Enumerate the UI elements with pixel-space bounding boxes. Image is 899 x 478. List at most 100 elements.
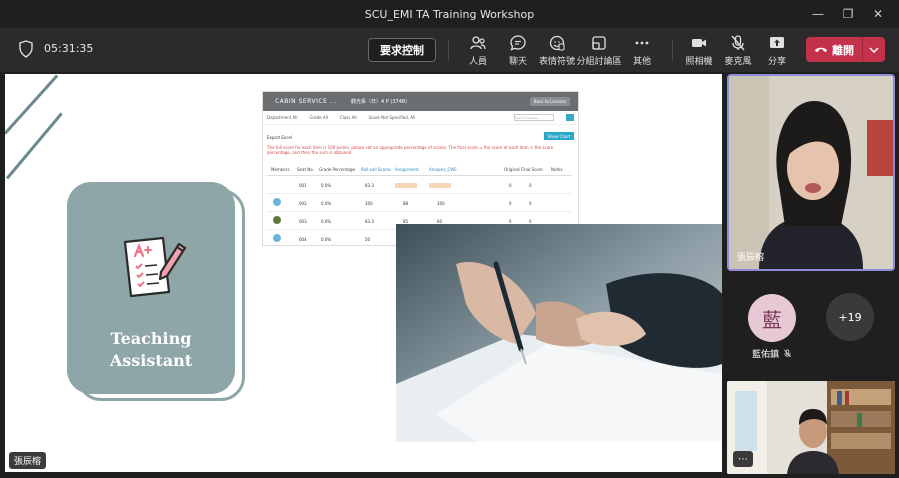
teaching-assistant-card: Teaching Assistant <box>67 182 235 394</box>
reaction-hand-icon <box>549 35 565 51</box>
shield-icon <box>19 40 33 58</box>
cell-analysis: 100 <box>437 201 445 206</box>
search-placeholder: Search Code by <box>515 116 539 120</box>
participant-name: 藍佑鎮 <box>752 350 780 360</box>
table-row: 001 0.0% 83.3 0 0 <box>267 177 572 194</box>
more-dots-icon <box>635 41 649 45</box>
meeting-timer: 05:31:35 <box>44 42 94 55</box>
card-title: Teaching Assistant <box>67 328 235 372</box>
grade-paper-pencil-icon <box>123 236 187 298</box>
leave-options-button[interactable] <box>863 46 885 53</box>
member-avatar <box>273 198 281 206</box>
meeting-toolbar: 05:31:35 要求控制 人員 聊天 表情符號 分組討論區 其他 照相機 麥克… <box>0 28 899 72</box>
share-button[interactable]: 分享 <box>757 34 797 68</box>
cell-roll: 50 <box>365 237 371 242</box>
camera-label: 照相機 <box>685 57 713 67</box>
gradebook-filters: Department All Grade All Class All Score… <box>263 111 578 125</box>
more-participants-button[interactable]: +19 <box>826 293 874 341</box>
score-warning: The full score for each item is 100 poin… <box>267 145 554 155</box>
filter-department: Department All <box>267 115 298 120</box>
window-title: SCU_EMI TA Training Workshop <box>364 7 535 21</box>
cell-assignment <box>395 183 417 188</box>
col-grade-pct: Grade Percentage <box>319 167 355 172</box>
cell-seat: 003 <box>299 219 307 224</box>
filter-score: Score Not Specified, All <box>368 115 416 120</box>
reactions-label: 表情符號 <box>538 57 575 67</box>
col-original: Original <box>504 167 520 172</box>
writing-hand-illustration <box>396 224 722 442</box>
people-label: 人員 <box>468 57 487 67</box>
active-speaker-video[interactable]: 張辰榕 <box>727 74 895 271</box>
col-analysis: Analysis_CWE <box>429 167 457 172</box>
cell-analysis <box>429 183 451 188</box>
chat-label: 聊天 <box>508 57 527 67</box>
self-view-more-button[interactable]: ⋯ <box>733 451 753 467</box>
mic-button[interactable]: 麥克風 <box>718 34 758 68</box>
filter-class: Class All <box>339 115 357 120</box>
cell-final: 0 <box>529 201 532 206</box>
gradebook-screenshot: CABIN SERVICE ... 觀光系（日）4 P (3748) Back … <box>262 91 579 246</box>
breakout-rooms-button[interactable]: 分組討論區 <box>576 34 622 68</box>
cell-final: 0 <box>529 183 532 188</box>
shared-screen: Teaching Assistant CABIN SERVICE ... 觀光系… <box>5 74 722 472</box>
people-button[interactable]: 人員 <box>458 34 498 68</box>
course-title: CABIN SERVICE ... <box>275 98 337 105</box>
request-control-button[interactable]: 要求控制 <box>368 38 436 62</box>
speaker-name: 張辰榕 <box>737 253 765 263</box>
col-seat: Seat No. <box>297 167 314 172</box>
member-avatar <box>273 234 281 242</box>
speaker-video-frame <box>729 76 893 269</box>
cell-seat: 001 <box>299 183 307 188</box>
leave-button[interactable]: 離開 <box>806 37 862 62</box>
breakout-rooms-icon <box>592 36 606 50</box>
member-avatar <box>273 216 281 224</box>
toolbar-divider <box>672 40 673 60</box>
people-icon <box>470 36 486 50</box>
teams-meeting-window: SCU_EMI TA Training Workshop — ❐ ✕ 05:31… <box>0 0 899 478</box>
more-options-button[interactable]: 其他 <box>622 34 662 68</box>
share-screen-icon <box>770 37 784 48</box>
share-label: 分享 <box>767 57 786 67</box>
chevron-down-icon <box>869 46 879 53</box>
maximize-icon[interactable]: ❐ <box>833 0 863 28</box>
cell-pct: 0.0% <box>321 219 332 224</box>
filter-grade: Grade All <box>309 115 328 120</box>
back-to-lessons-button: Back to Lessons <box>529 97 570 106</box>
table-row: 002 0.0% 100 88 100 0 0 <box>267 195 572 212</box>
gradebook-columns: Members Seat No. Grade Percentage Roll-c… <box>267 164 572 176</box>
search-icon <box>566 114 574 121</box>
cell-assignment: 88 <box>403 201 409 206</box>
course-term: 觀光系（日）4 P (3748) <box>351 99 408 105</box>
show-chart-button: Show Chart <box>544 132 574 140</box>
gradebook-header: CABIN SERVICE ... 觀光系（日）4 P (3748) Back … <box>263 92 578 111</box>
col-rollcall: Roll-call Scores <box>361 167 392 172</box>
phone-hangup-icon <box>814 47 828 53</box>
mic-label: 麥克風 <box>724 57 752 67</box>
col-final: Final Score <box>521 167 543 172</box>
participant-name-row: 藍佑鎮 <box>752 347 792 360</box>
participant-avatar[interactable]: 藍 <box>748 294 796 342</box>
presenter-name-badge: 張辰榕 <box>9 452 47 469</box>
cell-roll: 83.3 <box>365 183 374 188</box>
minimize-icon[interactable]: — <box>803 0 833 28</box>
leave-button-group: 離開 <box>806 37 885 62</box>
camera-button[interactable]: 照相機 <box>679 34 719 68</box>
export-excel-link: Export Excel <box>267 135 292 140</box>
cell-seat: 002 <box>299 201 307 206</box>
cell-original: 0 <box>509 201 512 206</box>
mic-muted-icon <box>731 35 745 51</box>
chat-button[interactable]: 聊天 <box>498 34 538 68</box>
cell-pct: 0.0% <box>321 183 332 188</box>
cell-seat: 004 <box>299 237 307 242</box>
col-notes: Notes <box>551 167 563 172</box>
reactions-button[interactable]: 表情符號 <box>537 34 577 68</box>
chat-icon <box>510 35 526 51</box>
close-icon[interactable]: ✕ <box>863 0 893 28</box>
more-options-label: 其他 <box>632 57 651 67</box>
self-view-video: ⋯ <box>727 381 895 474</box>
mic-muted-icon <box>784 349 791 358</box>
breakout-rooms-label: 分組討論區 <box>576 57 622 67</box>
card-title-line2: Assistant <box>109 351 193 370</box>
leave-label: 離開 <box>832 43 854 57</box>
window-controls: — ❐ ✕ <box>803 0 893 28</box>
